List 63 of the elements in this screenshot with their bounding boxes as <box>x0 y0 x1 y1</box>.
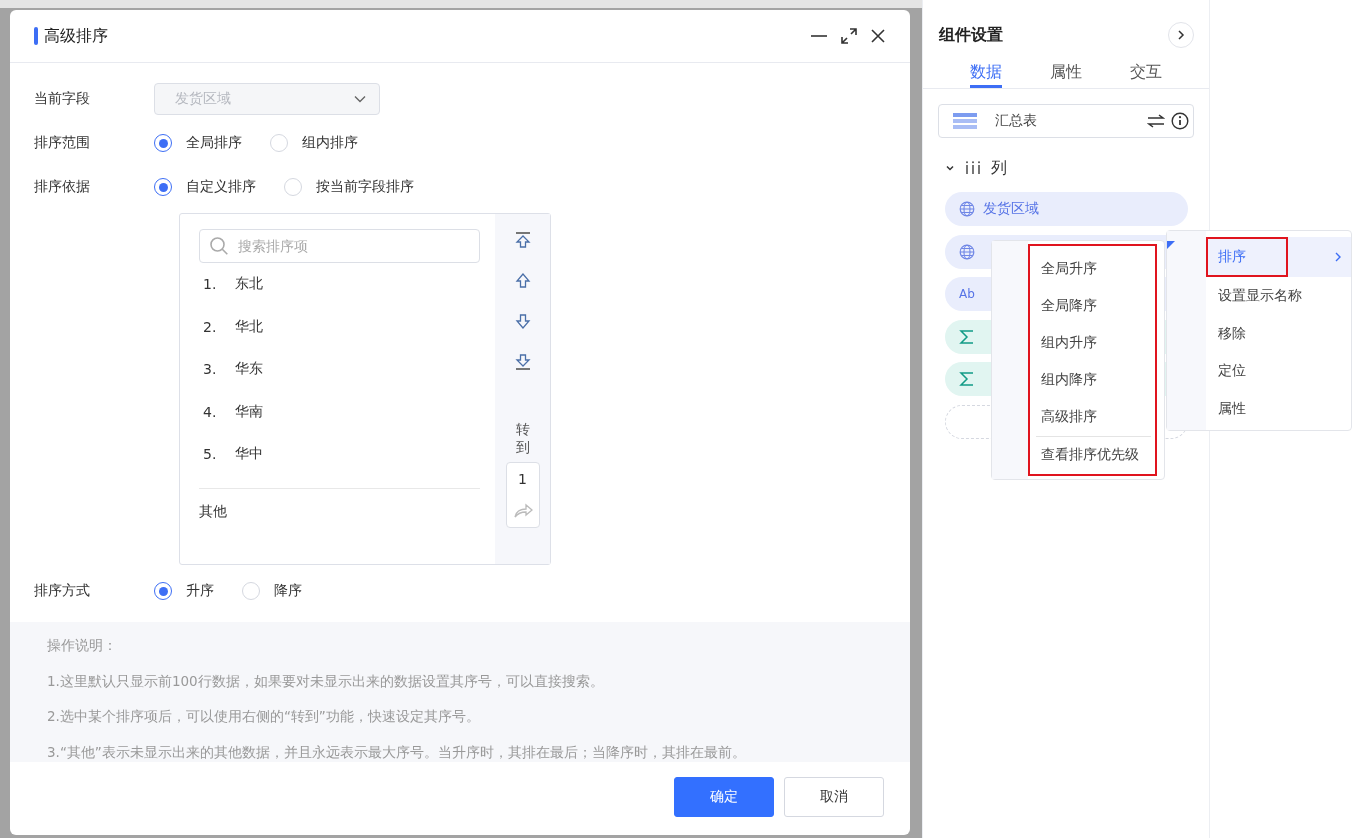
menu-item[interactable]: 排序 <box>1206 237 1288 277</box>
sigma-icon <box>959 371 975 387</box>
search-icon <box>209 236 229 256</box>
confirm-button[interactable]: 确定 <box>674 777 774 817</box>
item-number: 4. <box>202 403 218 420</box>
item-number: 1. <box>202 276 218 293</box>
globe-icon <box>959 243 975 260</box>
field-label: 排序依据 <box>34 178 91 196</box>
sort-item[interactable]: 华东 <box>235 360 263 379</box>
menu-item[interactable]: 全局降序 <box>1040 287 1155 325</box>
maximize-icon[interactable] <box>840 27 858 45</box>
menu-item[interactable]: 组内降序 <box>1040 361 1155 399</box>
note-text: 2.选中某个排序项后，可以使用右侧的“转到”功能，快速设定其序号。 <box>47 707 481 727</box>
table-icon <box>953 113 977 129</box>
cancel-button[interactable]: 取消 <box>784 777 884 817</box>
goto-field[interactable]: 1 <box>505 462 540 528</box>
sort-item[interactable]: 东北 <box>235 275 263 294</box>
item-number: 5. <box>202 446 218 463</box>
menu-item[interactable]: 移除 <box>1206 313 1288 354</box>
item-number: 2. <box>202 318 218 335</box>
radio-label: 组内排序 <box>302 134 358 152</box>
radio-label: 按当前字段排序 <box>316 178 414 196</box>
goto-label: 转到 <box>515 421 530 456</box>
swap-icon[interactable] <box>1147 113 1165 129</box>
field-label: 排序范围 <box>34 134 91 152</box>
dataset-select[interactable]: 汇总表 <box>938 104 1194 138</box>
menu-item[interactable]: 高级排序 <box>1040 398 1155 436</box>
columns-icon <box>965 161 981 175</box>
info-icon[interactable] <box>1171 112 1189 130</box>
text-type-icon: Ab <box>959 287 975 301</box>
panel-title: 组件设置 <box>939 24 1003 46</box>
note-text: 3.“其他”表示未显示出来的其他数据，并且永远表示最大序号。当升序时，其排在最后；当降序时，其排在最前。 <box>47 743 747 763</box>
chevron-right-icon <box>1176 30 1186 40</box>
sort-item[interactable]: 华南 <box>235 402 263 421</box>
item-number: 3. <box>202 361 218 378</box>
field-chip[interactable]: 发货区域 <box>945 192 1188 226</box>
menu-item[interactable]: 查看排序优先级 <box>1040 436 1155 475</box>
group-label: 列 <box>991 157 1007 179</box>
radio-label: 降序 <box>274 582 302 600</box>
menu-item[interactable]: 全局升序 <box>1040 250 1155 288</box>
globe-icon <box>959 201 975 217</box>
panel-tab[interactable]: 交互 <box>1130 62 1162 88</box>
radio-label: 自定义排序 <box>186 178 256 196</box>
sort-item[interactable]: 其他 <box>199 502 480 521</box>
radio-label: 全局排序 <box>186 134 242 152</box>
title-accent-bar <box>34 27 38 45</box>
close-icon[interactable] <box>870 28 886 44</box>
search-field[interactable]: 搜索排序项 <box>199 229 480 263</box>
field-label: 排序方式 <box>34 582 91 600</box>
note-text: 操作说明： <box>47 636 118 655</box>
menu-item[interactable]: 设置显示名称 <box>1206 275 1344 316</box>
panel-tab[interactable]: 数据 <box>970 62 1002 88</box>
sort-item[interactable]: 华中 <box>235 445 263 464</box>
dialog-title: 高级排序 <box>44 25 109 47</box>
radio-label: 升序 <box>186 582 214 600</box>
note-text: 1.这里默认只显示前100行数据，如果要对未显示出来的数据设置其序号，可以直接搜索。 <box>47 671 605 691</box>
menu-item[interactable]: 组内升序 <box>1040 324 1155 362</box>
caret-icon[interactable] <box>945 163 955 173</box>
corner-marker-icon <box>1167 241 1175 249</box>
sigma-icon <box>959 328 975 345</box>
panel-tab[interactable]: 属性 <box>1050 62 1082 88</box>
field-label: 当前字段 <box>34 90 91 108</box>
sort-item[interactable]: 华北 <box>235 317 263 336</box>
